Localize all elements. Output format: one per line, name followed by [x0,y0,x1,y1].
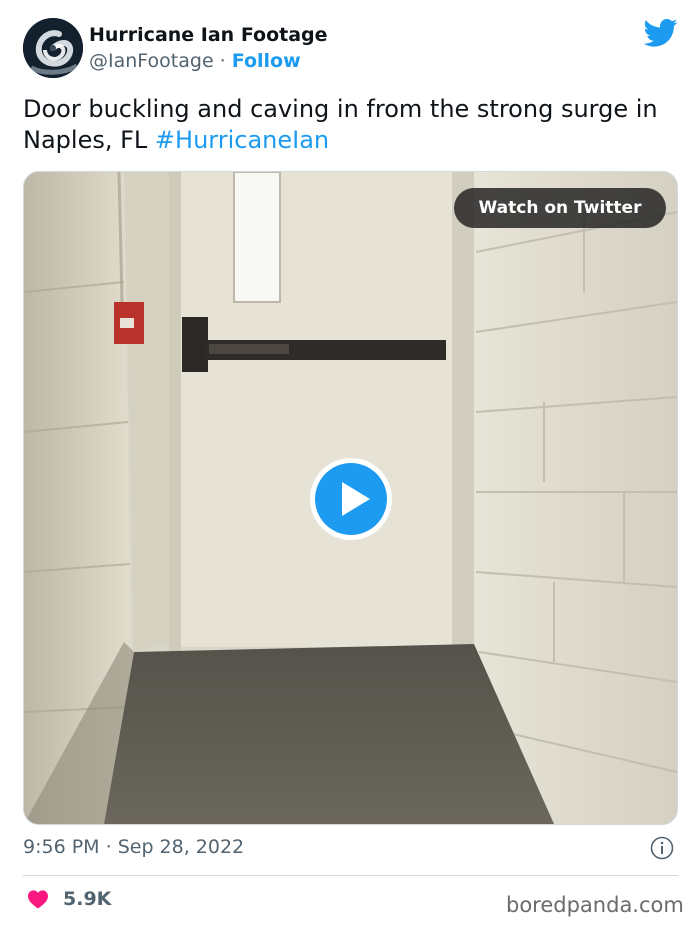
tweet-text: Door buckling and caving in from the str… [23,94,678,156]
play-icon[interactable] [308,456,394,542]
twitter-bird-icon[interactable] [644,18,678,48]
video-thumbnail[interactable]: Watch on Twitter [23,171,678,825]
info-icon[interactable] [650,836,674,860]
author-avatar[interactable] [23,18,83,78]
tweet-card: Hurricane Ian Footage @IanFootage · Foll… [0,0,700,927]
boredpanda-watermark: boredpanda.com [506,893,684,917]
tweet-timestamp[interactable]: 9:56 PM · Sep 28, 2022 [23,836,244,858]
tweet-date: Sep 28, 2022 [117,836,245,858]
author-handle[interactable]: @IanFootage [89,50,214,72]
tweet-body: Door buckling and caving in from the str… [23,95,658,154]
author-name[interactable]: Hurricane Ian Footage [89,24,328,46]
like-count[interactable]: 5.9K [63,888,111,910]
hurricane-satellite-icon [23,18,83,78]
footer-divider [23,875,678,876]
handle-separator: · [213,50,232,72]
tweet-time: 9:56 PM [23,836,100,858]
watch-on-twitter-button[interactable]: Watch on Twitter [454,188,666,228]
follow-link[interactable]: Follow [232,50,301,72]
hashtag-link[interactable]: #HurricaneIan [155,126,329,154]
author-handle-row: @IanFootage · Follow [89,50,301,72]
date-separator: · [99,836,118,858]
heart-icon[interactable] [27,889,49,909]
